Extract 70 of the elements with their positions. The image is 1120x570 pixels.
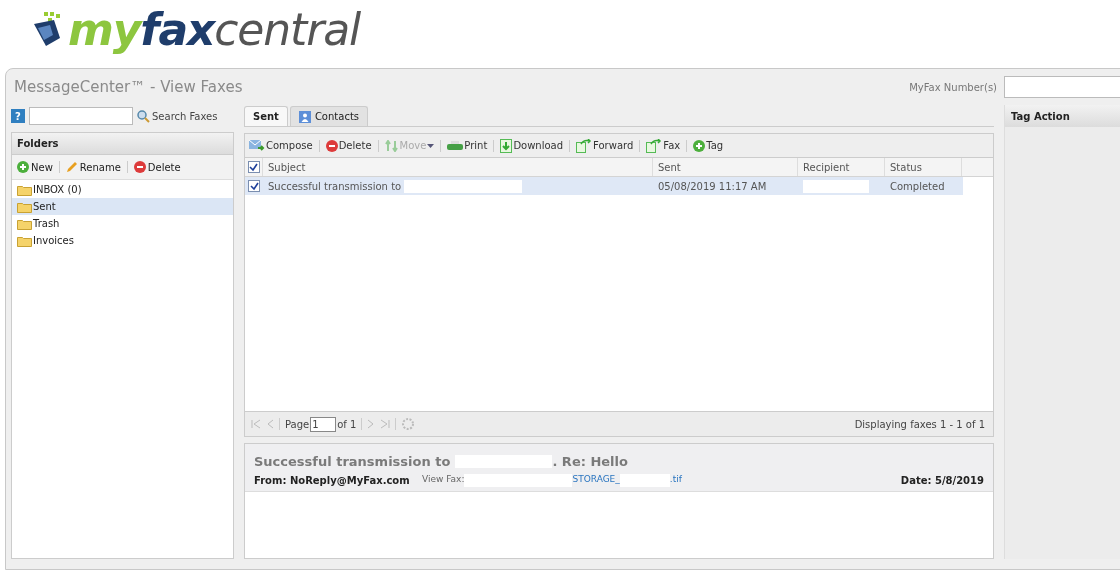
fax-link[interactable]: STORAGE_: [572, 473, 620, 487]
fax-button[interactable]: Fax: [646, 138, 681, 153]
column-header[interactable]: Status: [890, 159, 922, 175]
table-cell-text: Completed: [890, 179, 945, 194]
search-field[interactable]: [29, 107, 133, 125]
fax-link[interactable]: .tif: [669, 473, 682, 487]
folder-delete-button[interactable]: Delete: [133, 159, 181, 175]
page-field[interactable]: 1: [310, 416, 337, 432]
folder-item[interactable]: Invoices: [12, 232, 233, 249]
search-button[interactable]: Search Faxes: [137, 108, 218, 124]
pager-summary: Displaying faxes 1 - 1 of 1: [854, 417, 985, 432]
folder-new-button[interactable]: New: [17, 159, 53, 175]
next-page-icon[interactable]: [367, 419, 376, 429]
download-button[interactable]: Download: [500, 138, 564, 153]
folder-icon: [17, 200, 32, 213]
tab[interactable]: Sent: [244, 106, 288, 126]
delete-button[interactable]: Delete: [325, 138, 372, 153]
tab[interactable]: Contacts: [289, 106, 368, 126]
download-icon: [500, 138, 513, 153]
date-text: Date: 5/8/2019: [900, 473, 984, 488]
last-page-icon[interactable]: [380, 419, 391, 429]
folder-item[interactable]: Sent: [12, 198, 233, 215]
field-label: View Fax:: [422, 473, 465, 487]
caret-icon: [427, 143, 435, 148]
arrows-icon: [384, 139, 399, 152]
first-page-icon[interactable]: [251, 419, 261, 429]
search-icon: [137, 109, 150, 123]
column-header[interactable]: Recipient: [803, 159, 850, 175]
pencil-icon: [65, 161, 78, 173]
folder-item[interactable]: INBOX (0): [12, 181, 233, 198]
forward-button[interactable]: Forward: [576, 138, 634, 153]
folder-icon: [17, 234, 32, 247]
previous-page-icon[interactable]: [266, 419, 274, 429]
refresh-icon[interactable]: [401, 417, 416, 431]
window-title: MessageCenter™ - View Faxes: [14, 76, 244, 98]
logo-text: myfaxcentral: [68, 8, 361, 52]
minus-icon: [325, 139, 338, 152]
help-button[interactable]: ?: [11, 109, 25, 123]
sender-text: From: NoReply@MyFax.com: [254, 473, 411, 488]
table-row[interactable]: Successful transmission to 05/08/2019 11:17 AM Completed: [245, 177, 963, 195]
redaction-block: [803, 179, 869, 193]
minus-icon: [133, 161, 146, 173]
panel-title: Tag Action: [1011, 109, 1070, 124]
checkbox[interactable]: [247, 161, 260, 173]
folder-item[interactable]: Trash: [12, 215, 233, 232]
table-cell-text: Successful transmission to: [268, 179, 402, 194]
panel-title: Folders: [17, 137, 59, 151]
fax-number-field[interactable]: [1004, 76, 1120, 98]
preview-title: . Re: Hello: [552, 453, 628, 471]
page-count: of 1: [337, 417, 357, 432]
printer-icon: [447, 139, 464, 152]
field-label: MyFax Number(s): [909, 80, 997, 95]
column-header[interactable]: Sent: [658, 159, 681, 175]
checkbox[interactable]: [248, 180, 260, 192]
folder-rename-button[interactable]: Rename: [65, 159, 121, 175]
page-arrow-icon: [576, 138, 593, 153]
person-icon: [298, 110, 311, 123]
folder-icon: [17, 217, 32, 230]
folder-icon: [17, 183, 32, 196]
envelope-icon: [249, 139, 265, 152]
print-button[interactable]: Print: [447, 138, 488, 153]
plus-icon: [17, 161, 29, 173]
page-arrow-icon: [646, 138, 663, 153]
tag-button[interactable]: Tag: [693, 138, 724, 153]
column-header[interactable]: Subject: [268, 159, 306, 175]
table-cell-text: 05/08/2019 11:17 AM: [658, 179, 767, 194]
compose-button[interactable]: Compose: [249, 138, 313, 153]
plus-icon: [693, 139, 706, 152]
preview-title: Successful transmission to: [254, 453, 451, 471]
page-label: Page: [285, 417, 310, 432]
